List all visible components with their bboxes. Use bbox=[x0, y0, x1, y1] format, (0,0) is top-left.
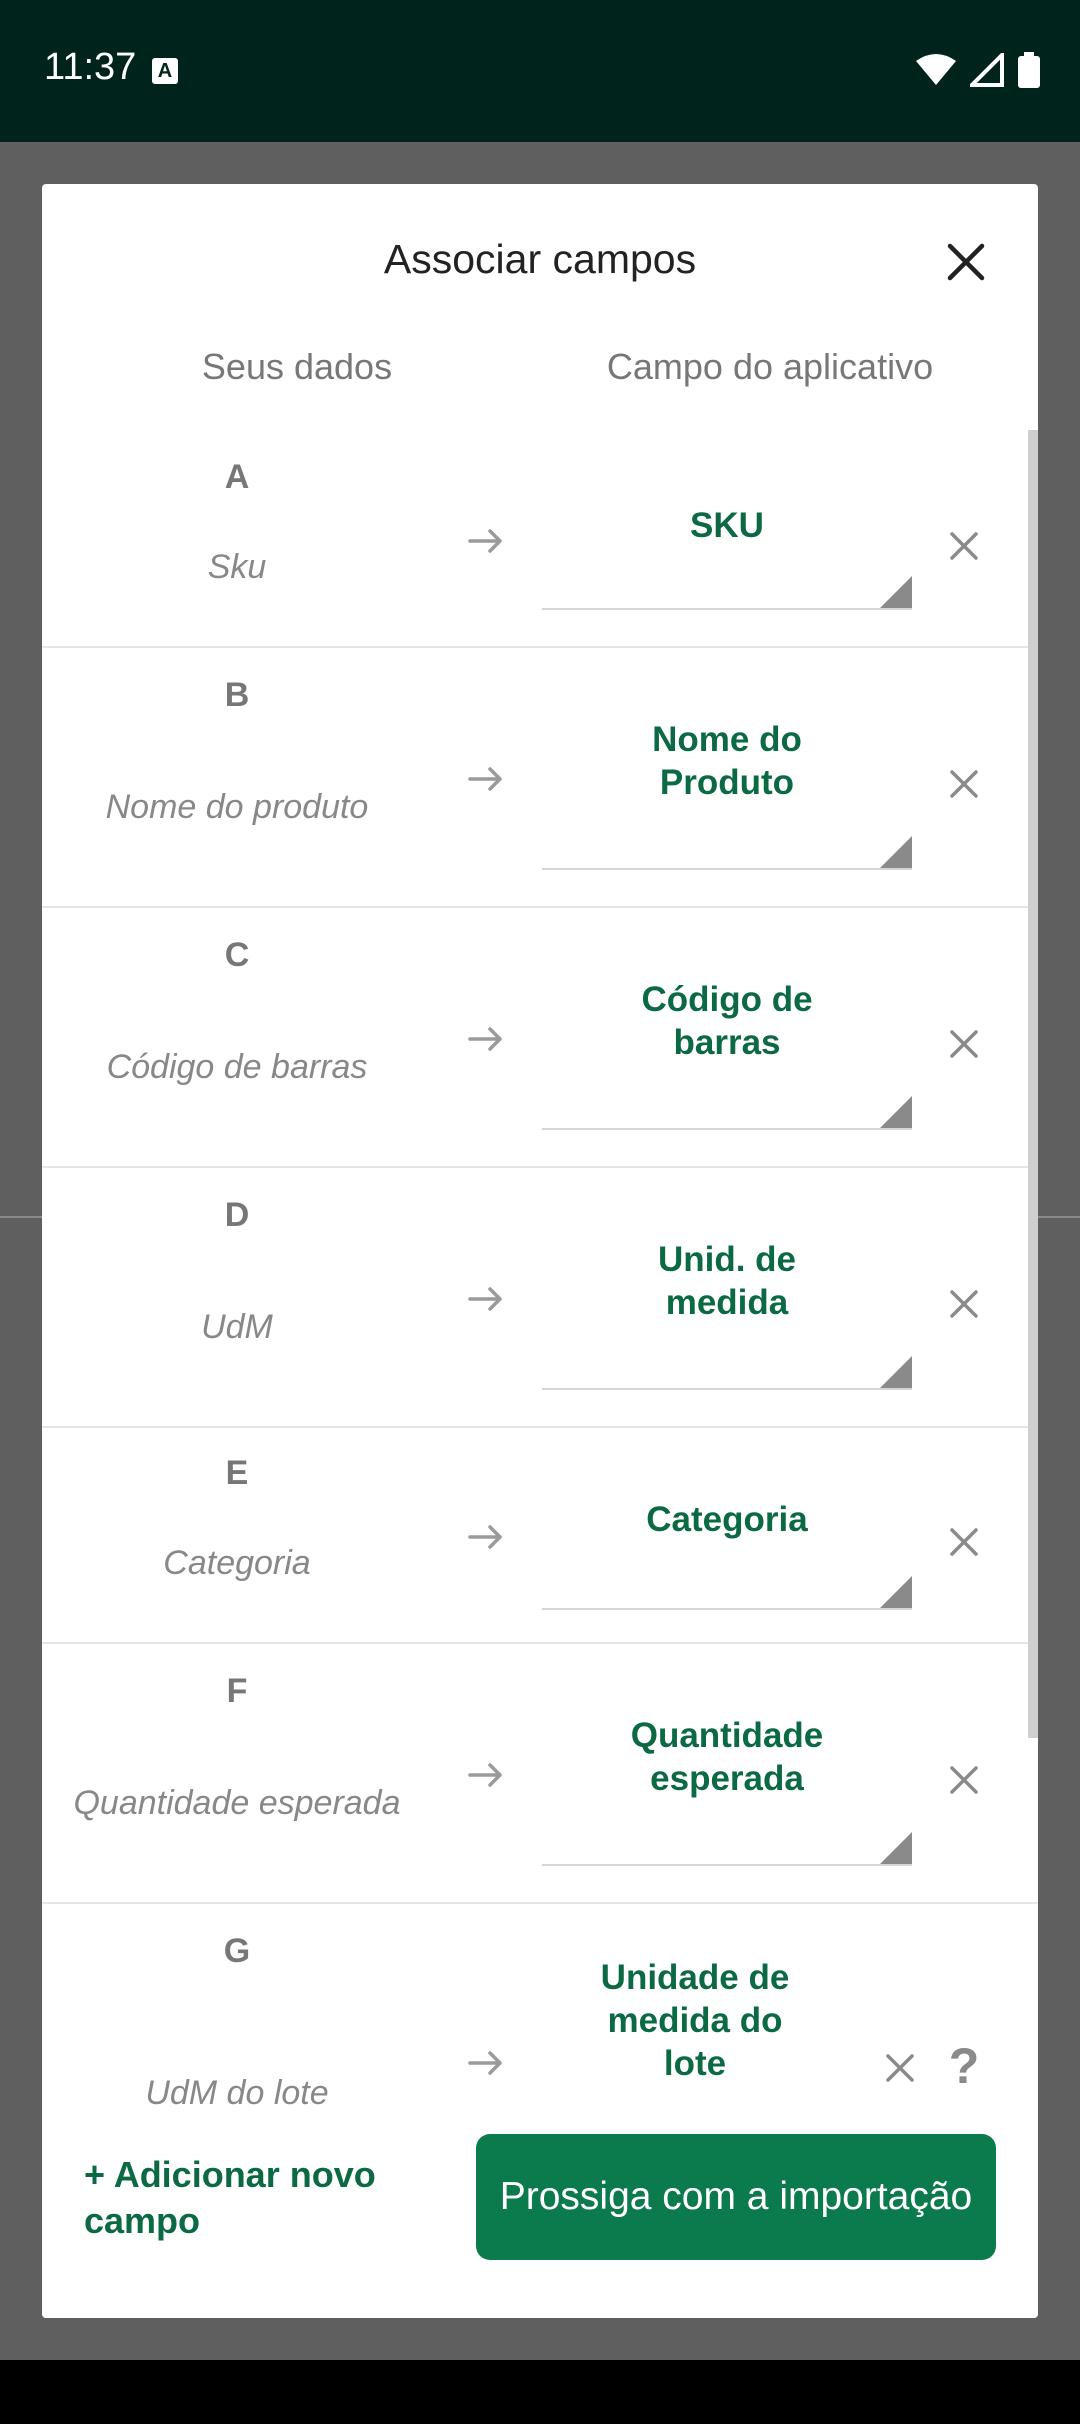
backdrop-divider bbox=[0, 1216, 42, 1218]
source-column-name: UdM bbox=[201, 1308, 273, 1346]
source-column-name: Nome do produto bbox=[105, 788, 369, 826]
column-header-your-data: Seus dados bbox=[201, 346, 393, 387]
source-column-name: Sku bbox=[207, 548, 267, 586]
arrow-right-icon bbox=[468, 529, 502, 553]
source-column-letter: G bbox=[223, 1932, 251, 1970]
arrow-right-icon bbox=[468, 767, 502, 791]
app-field-select[interactable]: Quantidade esperada bbox=[542, 1698, 912, 1866]
app-field-select[interactable]: Nome do Produto bbox=[542, 702, 912, 870]
dropdown-corner-icon bbox=[880, 1576, 912, 1608]
source-column-letter: A bbox=[224, 458, 250, 496]
status-time: 11:37 bbox=[44, 46, 137, 88]
backdrop-divider bbox=[1038, 1216, 1080, 1218]
source-column-name: Quantidade esperada bbox=[73, 1784, 401, 1822]
signal-icon bbox=[970, 53, 1004, 87]
help-icon[interactable]: ? bbox=[944, 2040, 984, 2092]
remove-mapping-icon[interactable] bbox=[944, 1284, 984, 1324]
source-column-name: Categoria bbox=[163, 1544, 311, 1582]
proceed-import-button[interactable]: Prossiga com a importação bbox=[476, 2134, 996, 2260]
remove-mapping-icon[interactable] bbox=[944, 764, 984, 804]
arrow-right-icon bbox=[468, 1525, 502, 1549]
source-column-name: UdM do lote bbox=[145, 2074, 329, 2112]
mapping-row: C Código de barras Código de barras bbox=[42, 906, 1038, 1168]
mapping-row: B Nome do produto Nome do Produto bbox=[42, 646, 1038, 908]
dialog-title: Associar campos bbox=[383, 236, 697, 282]
mapping-row: E Categoria Categoria bbox=[42, 1426, 1038, 1644]
dropdown-corner-icon bbox=[880, 1356, 912, 1388]
app-field-select-value: SKU bbox=[690, 505, 764, 545]
remove-mapping-icon[interactable] bbox=[944, 1522, 984, 1562]
remove-mapping-icon[interactable] bbox=[944, 526, 984, 566]
mapping-row: A Sku SKU bbox=[42, 430, 1038, 648]
source-column-letter: C bbox=[224, 936, 250, 974]
field-mapping-list[interactable]: A Sku SKU B Nome do produto Nome do Produto C C… bbox=[42, 430, 1038, 2296]
mapping-row: D UdM Unid. de medida bbox=[42, 1166, 1038, 1428]
wifi-icon bbox=[916, 54, 956, 85]
dropdown-corner-icon bbox=[880, 1096, 912, 1128]
app-field-select-value: Quantidade esperada bbox=[630, 1716, 824, 1798]
battery-icon bbox=[1018, 52, 1040, 88]
status-bar: 11:37 A bbox=[0, 0, 1080, 142]
dropdown-corner-icon bbox=[880, 836, 912, 868]
close-icon[interactable] bbox=[938, 234, 994, 290]
app-field-select[interactable]: Categoria bbox=[542, 1478, 912, 1610]
source-column-letter: F bbox=[226, 1672, 248, 1710]
scrollbar[interactable] bbox=[1028, 430, 1038, 1738]
app-field-select[interactable]: SKU bbox=[542, 490, 912, 610]
app-field-select[interactable]: Código de barras bbox=[542, 962, 912, 1130]
app-field-select-value: Unid. de medida bbox=[657, 1240, 797, 1322]
app-field-select-value: Unidade de medida do lote bbox=[600, 1958, 790, 2083]
dropdown-corner-icon bbox=[880, 1832, 912, 1864]
arrow-right-icon bbox=[468, 2051, 502, 2075]
source-column-letter: E bbox=[225, 1454, 249, 1492]
app-field-select[interactable]: Unid. de medida bbox=[542, 1222, 912, 1390]
add-new-field-button[interactable]: + Adicionar novo campo bbox=[84, 2152, 444, 2244]
app-field-select-value: Nome do Produto bbox=[652, 720, 802, 802]
associate-fields-dialog: Associar campos Seus dados Campo do apli… bbox=[42, 184, 1038, 2318]
navigation-bar bbox=[0, 2360, 1080, 2424]
app-field-select-value: Categoria bbox=[646, 1499, 808, 1539]
remove-mapping-icon[interactable] bbox=[880, 2048, 920, 2088]
remove-mapping-icon[interactable] bbox=[944, 1760, 984, 1800]
app-field-select-value: Código de barras bbox=[641, 980, 813, 1062]
arrow-right-icon bbox=[468, 1027, 502, 1051]
mapping-row: F Quantidade esperada Quantidade esperada bbox=[42, 1642, 1038, 1904]
source-column-letter: D bbox=[224, 1196, 250, 1234]
arrow-right-icon bbox=[468, 1763, 502, 1787]
remove-mapping-icon[interactable] bbox=[944, 1024, 984, 1064]
column-header-app-field: Campo do aplicativo bbox=[606, 346, 934, 387]
source-column-letter: B bbox=[224, 676, 250, 714]
home-gesture-bar[interactable] bbox=[398, 2260, 682, 2270]
keyboard-notification-icon: A bbox=[152, 58, 178, 84]
dialog-footer: + Adicionar novo campo Prossiga com a im… bbox=[42, 2118, 1038, 2318]
source-column-name: Código de barras bbox=[106, 1048, 368, 1086]
dropdown-corner-icon bbox=[880, 576, 912, 608]
status-icons bbox=[916, 52, 1040, 88]
arrow-right-icon bbox=[468, 1287, 502, 1311]
